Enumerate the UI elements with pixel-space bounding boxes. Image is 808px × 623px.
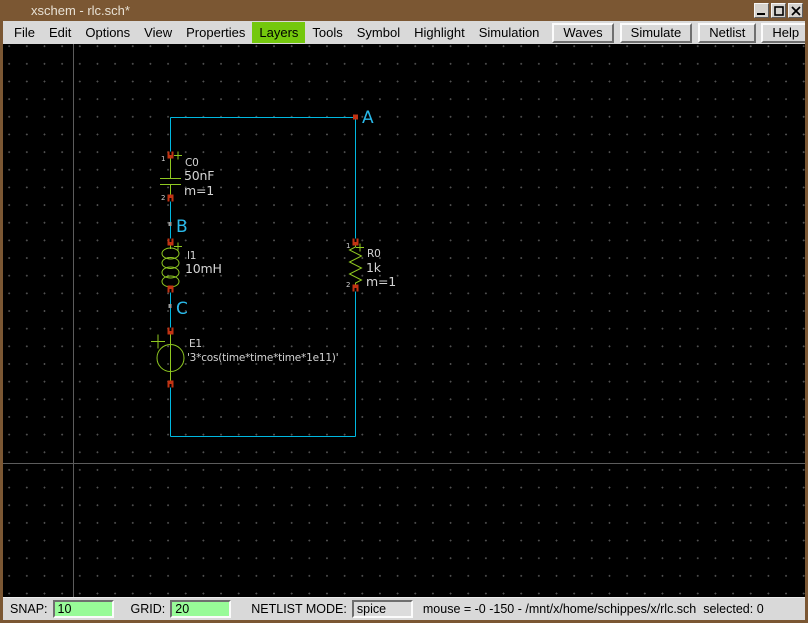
window-title: xschem - rlc.sch* <box>31 3 130 18</box>
r0-value[interactable]: 1k <box>366 261 381 275</box>
titlebar[interactable]: xschem - rlc.sch* <box>3 0 805 21</box>
label-a-attach <box>353 114 358 120</box>
snap-input[interactable] <box>52 600 114 618</box>
label-c-attach <box>168 304 172 308</box>
netlist-mode-label: NETLIST MODE: <box>251 602 347 616</box>
help-button[interactable]: Help <box>761 22 805 43</box>
c0-value[interactable]: 50nF <box>184 169 214 183</box>
netlist-button[interactable]: Netlist <box>698 22 757 43</box>
node-label-b[interactable]: B <box>176 219 188 236</box>
minimize-button[interactable] <box>754 3 769 18</box>
statusbar: SNAP: GRID: NETLIST MODE: mouse = -0 -15… <box>3 597 805 620</box>
menu-layers[interactable]: Layers <box>252 22 306 43</box>
r0-pin1-number: 1 <box>346 242 351 250</box>
c0-param[interactable]: m=1 <box>184 184 214 198</box>
c0-plus-mark <box>174 151 182 160</box>
menu-view[interactable]: View <box>137 22 179 43</box>
component-e1-symbol[interactable] <box>151 331 185 384</box>
menubar: File Edit Options View Properties Layers… <box>3 21 805 44</box>
waves-button[interactable]: Waves <box>552 22 614 43</box>
component-l1-symbol[interactable] <box>161 242 182 289</box>
xschem-window: xschem - rlc.sch* File Edit Options View… <box>0 0 808 623</box>
schematic-drawing <box>151 114 365 437</box>
window-controls <box>754 3 803 18</box>
label-b-attach <box>168 222 172 226</box>
menu-tools[interactable]: Tools <box>305 22 349 43</box>
c0-pin2-number: 2 <box>161 194 166 202</box>
menu-file[interactable]: File <box>7 22 42 43</box>
close-button[interactable] <box>788 3 803 18</box>
close-icon <box>790 5 801 16</box>
maximize-button[interactable] <box>771 3 786 18</box>
snap-label: SNAP: <box>10 602 48 616</box>
e1-name[interactable]: E1 <box>189 339 202 350</box>
netlist-mode-input[interactable] <box>351 600 413 618</box>
menu-simulation[interactable]: Simulation <box>472 22 547 43</box>
component-r0-symbol[interactable] <box>348 242 365 288</box>
r0-name[interactable]: R0 <box>367 249 381 260</box>
l1-value[interactable]: 10mH <box>185 262 222 276</box>
r0-pin2-number: 2 <box>346 281 351 289</box>
c0-name[interactable]: C0 <box>185 158 199 169</box>
grid-input[interactable] <box>170 600 232 618</box>
e1-value[interactable]: '3*cos(time*time*time*1e11)' <box>187 353 339 364</box>
menu-options[interactable]: Options <box>78 22 137 43</box>
label-attach-marks <box>168 114 358 308</box>
simulate-button[interactable]: Simulate <box>619 22 693 43</box>
node-label-a[interactable]: A <box>362 110 374 127</box>
menu-symbol[interactable]: Symbol <box>350 22 407 43</box>
mouse-status-text: mouse = -0 -150 - /mnt/x/home/schippes/x… <box>422 602 764 616</box>
l1-name[interactable]: l1 <box>187 251 196 262</box>
minimize-icon <box>757 6 766 15</box>
maximize-icon <box>773 5 784 16</box>
node-label-c[interactable]: C <box>176 301 188 318</box>
menu-edit[interactable]: Edit <box>42 22 78 43</box>
menu-highlight[interactable]: Highlight <box>407 22 472 43</box>
schematic-canvas[interactable]: A B C C0 50nF m=1 1 2 l1 10mH E1 '3*cos(… <box>3 44 805 597</box>
menu-properties[interactable]: Properties <box>179 22 252 43</box>
c0-pin1-number: 1 <box>161 155 166 163</box>
r0-param[interactable]: m=1 <box>366 275 396 289</box>
grid-label: GRID: <box>130 602 166 616</box>
